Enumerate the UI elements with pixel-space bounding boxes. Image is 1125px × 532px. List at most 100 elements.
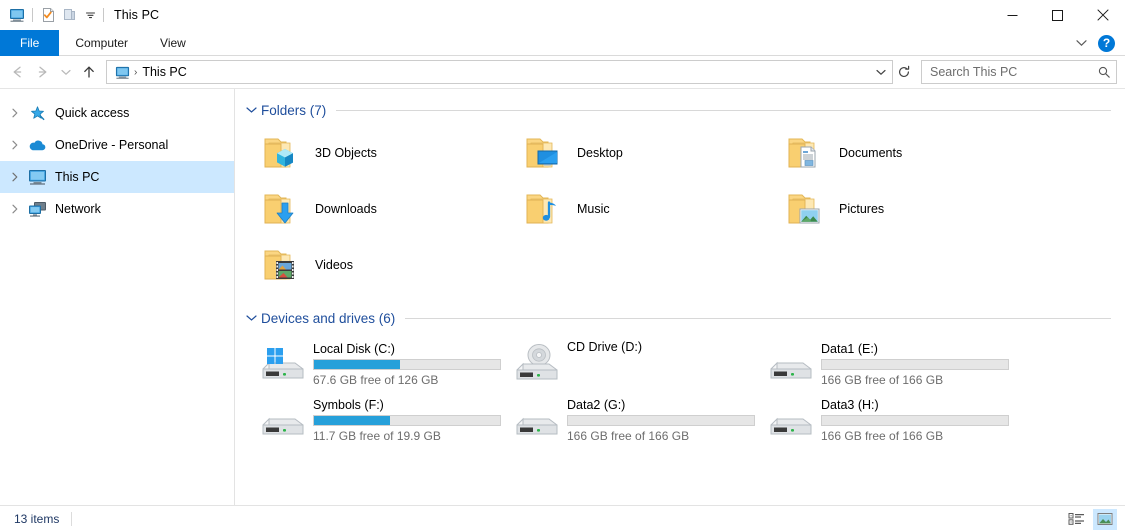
star-icon [26, 103, 48, 123]
group-rule [336, 109, 1111, 111]
address-bar: › This PC Search This PC [0, 56, 1125, 88]
hard-drive-icon [763, 339, 821, 387]
customize-chevron-icon[interactable] [81, 4, 99, 26]
folder-videos-icon [255, 241, 311, 289]
cloud-icon [26, 135, 48, 155]
drive-info: Data2 (G:) 166 GB free of 166 GB [567, 395, 755, 443]
folder-item-desktop[interactable]: Desktop [513, 125, 775, 181]
drive-free-space: 11.7 GB free of 19.9 GB [313, 429, 441, 443]
collapse-chevron-icon[interactable] [243, 102, 259, 118]
search-icon[interactable] [1096, 64, 1112, 80]
folder-documents-icon [779, 129, 835, 177]
folder-item-pictures[interactable]: Pictures [775, 181, 1037, 237]
group-rule [405, 317, 1111, 319]
collapse-chevron-icon[interactable] [243, 310, 259, 326]
drive-item-data1-e[interactable]: Data1 (E:) 166 GB free of 166 GB [759, 335, 1013, 391]
ribbon-tab-bar: File Computer View ? [0, 30, 1125, 56]
toolbar-divider [32, 8, 33, 22]
status-bar: 13 items [0, 505, 1125, 532]
folder-item-videos[interactable]: Videos [251, 237, 513, 293]
folder-label: Documents [839, 146, 903, 160]
group-header-devices[interactable]: Devices and drives (6) [243, 307, 1115, 329]
help-button[interactable]: ? [1098, 34, 1115, 52]
expand-chevron-icon[interactable] [4, 129, 26, 161]
folder-label: Pictures [839, 202, 885, 216]
windows-drive-icon [255, 339, 313, 387]
drive-label: Data2 (G:) [567, 398, 626, 412]
up-button[interactable] [76, 59, 102, 85]
sidebar-item-label: This PC [55, 170, 100, 184]
drive-info: Local Disk (C:) 67.6 GB free of 126 GB [313, 339, 501, 387]
group-header-folders[interactable]: Folders (7) [243, 99, 1115, 121]
properties-icon[interactable] [37, 4, 59, 26]
sidebar-item-label: Quick access [55, 106, 130, 120]
drive-item-data3-h[interactable]: Data3 (H:) 166 GB free of 166 GB [759, 391, 1013, 447]
folder-item-downloads[interactable]: Downloads [251, 181, 513, 237]
expand-chevron-icon[interactable] [4, 161, 26, 193]
folder-music-icon [517, 185, 573, 233]
expand-chevron-icon[interactable] [4, 193, 26, 225]
quick-access-toolbar: This PC [0, 0, 159, 30]
sidebar-item-this-pc[interactable]: This PC [0, 161, 234, 193]
expand-ribbon-chevron-icon[interactable] [1070, 32, 1092, 54]
large-icons-view-button[interactable] [1093, 508, 1117, 530]
hard-drive-icon [509, 395, 567, 443]
navigation-pane: Quick access OneDrive - Personal This PC… [0, 89, 235, 505]
drive-item-symbols-f[interactable]: Symbols (F:) 11.7 GB free of 19.9 GB [251, 391, 505, 447]
cd-drive-icon [509, 339, 567, 387]
drive-label: Data3 (H:) [821, 398, 879, 412]
hard-drive-icon [255, 395, 313, 443]
this-pc-icon[interactable] [6, 4, 28, 26]
tab-file[interactable]: File [0, 30, 60, 56]
hard-drive-icon [763, 395, 821, 443]
content-pane: Folders (7) 3D Objects Desktop Documents… [235, 89, 1125, 505]
new-folder-icon[interactable] [59, 4, 81, 26]
close-button[interactable] [1080, 0, 1125, 30]
address-dropdown-chevron-icon[interactable] [872, 61, 890, 83]
breadcrumb-separator[interactable]: › [131, 67, 142, 78]
sidebar-item-onedrive[interactable]: OneDrive - Personal [0, 129, 234, 161]
drive-info: Data3 (H:) 166 GB free of 166 GB [821, 395, 1009, 443]
this-pc-icon [26, 167, 48, 187]
sidebar-item-quick-access[interactable]: Quick access [0, 97, 234, 129]
minimize-button[interactable] [990, 0, 1035, 30]
drive-item-data2-g[interactable]: Data2 (G:) 166 GB free of 166 GB [505, 391, 759, 447]
folder-item-music[interactable]: Music [513, 181, 775, 237]
folder-item-3d-objects[interactable]: 3D Objects [251, 125, 513, 181]
drive-item-local-disk-c[interactable]: Local Disk (C:) 67.6 GB free of 126 GB [251, 335, 505, 391]
capacity-bar [313, 415, 501, 426]
folder-label: Downloads [315, 202, 377, 216]
title-bar: This PC [0, 0, 1125, 30]
refresh-button[interactable] [893, 60, 915, 84]
drive-free-space: 166 GB free of 166 GB [567, 429, 690, 443]
group-title: Devices and drives (6) [261, 310, 396, 326]
folder-item-documents[interactable]: Documents [775, 125, 1037, 181]
address-input[interactable]: › This PC [106, 60, 893, 84]
capacity-bar [821, 359, 1009, 370]
drive-info: Data1 (E:) 166 GB free of 166 GB [821, 339, 1009, 387]
search-placeholder: Search This PC [930, 65, 1018, 79]
sidebar-item-network[interactable]: Network [0, 193, 234, 225]
item-count-label: 13 items [14, 512, 60, 526]
forward-button[interactable] [30, 59, 56, 85]
capacity-bar [821, 415, 1009, 426]
details-view-button[interactable] [1065, 509, 1089, 530]
folder-downloads-icon [255, 185, 311, 233]
drive-item-cd-drive-d[interactable]: CD Drive (D:) [505, 335, 759, 391]
drives-grid: Local Disk (C:) 67.6 GB free of 126 GB C… [251, 335, 1115, 447]
drive-info: CD Drive (D:) [567, 339, 642, 357]
maximize-button[interactable] [1035, 0, 1080, 30]
window-title: This PC [114, 8, 160, 22]
folder-label: Desktop [577, 146, 623, 160]
tab-view[interactable]: View [144, 30, 202, 56]
view-toggle-group [1065, 508, 1117, 530]
folder-label: Music [577, 202, 610, 216]
expand-chevron-icon[interactable] [4, 97, 26, 129]
breadcrumb-this-pc-icon[interactable] [113, 64, 131, 80]
tab-computer[interactable]: Computer [59, 30, 144, 56]
capacity-bar [567, 415, 755, 426]
recent-locations-chevron-icon[interactable] [56, 59, 76, 85]
folders-grid: 3D Objects Desktop Documents Downloads M… [251, 125, 1115, 293]
search-input[interactable]: Search This PC [921, 60, 1117, 84]
back-button[interactable] [4, 59, 30, 85]
